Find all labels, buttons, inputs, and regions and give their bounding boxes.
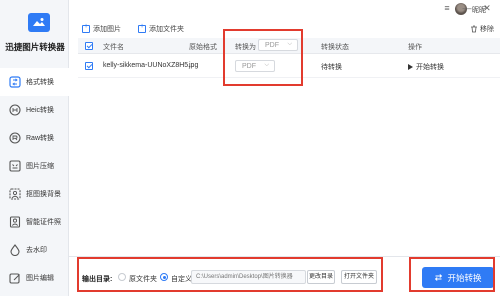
convert-all-select[interactable]: PDF ⌵ bbox=[258, 39, 298, 51]
app-title: 迅捷图片转换器 bbox=[5, 42, 65, 52]
sidebar-item-compress[interactable]: 图片压缩 bbox=[0, 152, 69, 180]
select-all-checkbox[interactable] bbox=[85, 42, 93, 50]
sidebar-item-label: Heic转换 bbox=[26, 107, 55, 114]
sidebar-item-label: 图片编辑 bbox=[26, 275, 54, 282]
add-image-button[interactable]: 添加图片 bbox=[82, 23, 121, 34]
sidebar-item-cutout[interactable]: 抠图换背景 bbox=[0, 180, 69, 208]
start-convert-button[interactable]: 开始转换 bbox=[422, 267, 494, 288]
heic-icon bbox=[9, 104, 21, 116]
row-status: 待转换 bbox=[321, 64, 342, 71]
menu-icon[interactable]: ≡ bbox=[442, 3, 452, 14]
cutout-icon bbox=[9, 188, 21, 200]
radio-source-folder[interactable] bbox=[118, 273, 126, 281]
app-logo-icon bbox=[28, 13, 50, 32]
edit-icon bbox=[9, 273, 20, 284]
change-dir-button[interactable]: 更改目录 bbox=[307, 270, 335, 284]
chevron-down-icon: ⌵ bbox=[287, 41, 292, 47]
sidebar: 迅捷图片转换器 格式转换 Heic转换 Raw转换 图片压缩 抠图换背景 智能证… bbox=[0, 0, 69, 296]
radio-custom-folder-label: 自定义 bbox=[171, 276, 192, 283]
sidebar-item-label: Raw转换 bbox=[26, 135, 55, 142]
column-header-status: 转换状态 bbox=[321, 44, 349, 51]
convert-icon bbox=[9, 76, 21, 88]
sidebar-item-label: 智能证件照 bbox=[26, 219, 61, 226]
sidebar-item-label: 图片压缩 bbox=[26, 163, 54, 170]
play-icon bbox=[408, 64, 413, 70]
row-convert-select[interactable]: PDF ⌵ bbox=[235, 60, 275, 72]
remove-label: 移除 bbox=[480, 26, 494, 33]
file-table: 文件名 原始格式 转换为 PDF ⌵ 转换状态 操作 kelly-sikkema… bbox=[78, 38, 500, 78]
output-bar: 输出目录: 原文件夹 自定义 更改目录 打开文件夹 开始转换 bbox=[69, 256, 500, 296]
row-convert-value: PDF bbox=[242, 63, 256, 70]
start-convert-label: 开始转换 bbox=[447, 272, 482, 283]
radio-source-folder-label: 原文件夹 bbox=[129, 276, 157, 283]
add-image-label: 添加图片 bbox=[93, 26, 121, 33]
convert-icon bbox=[435, 274, 443, 281]
table-row[interactable]: kelly-sikkema-UUNoXZ8H5... jpg PDF ⌵ 待转换… bbox=[78, 54, 500, 78]
title-bar: 昵昵 ≡ — ✕ bbox=[69, 0, 500, 20]
compress-icon bbox=[9, 160, 21, 172]
trash-icon bbox=[471, 25, 477, 33]
column-header-filename: 文件名 bbox=[103, 44, 124, 51]
add-image-icon bbox=[82, 23, 90, 33]
add-folder-label: 添加文件夹 bbox=[149, 26, 184, 33]
close-icon[interactable]: ✕ bbox=[482, 3, 492, 14]
raw-icon bbox=[9, 132, 21, 144]
column-header-format: 原始格式 bbox=[189, 44, 217, 51]
window-controls: ≡ — ✕ bbox=[442, 3, 492, 14]
table-header: 文件名 原始格式 转换为 PDF ⌵ 转换状态 操作 bbox=[78, 38, 500, 54]
sidebar-item-id-photo[interactable]: 智能证件照 bbox=[0, 208, 69, 236]
minimize-icon[interactable]: — bbox=[462, 3, 472, 14]
row-action-label: 开始转换 bbox=[416, 64, 444, 71]
radio-custom-folder[interactable] bbox=[160, 273, 168, 281]
sidebar-nav: 格式转换 Heic转换 Raw转换 图片压缩 抠图换背景 智能证件照 去水印 图… bbox=[0, 68, 69, 292]
sidebar-item-label: 格式转换 bbox=[26, 79, 54, 86]
column-header-action: 操作 bbox=[408, 44, 422, 51]
toolbar: 添加图片 添加文件夹 移除 bbox=[69, 20, 500, 38]
convert-all-value: PDF bbox=[265, 42, 279, 49]
chevron-down-icon: ⌵ bbox=[264, 62, 269, 68]
output-path-input[interactable] bbox=[191, 270, 306, 284]
remove-button[interactable]: 移除 bbox=[470, 24, 494, 34]
sidebar-item-raw[interactable]: Raw转换 bbox=[0, 124, 69, 152]
watermark-icon bbox=[10, 244, 20, 256]
sidebar-item-label: 抠图换背景 bbox=[26, 191, 61, 198]
row-filename: kelly-sikkema-UUNoXZ8H5... bbox=[103, 62, 195, 69]
sidebar-item-watermark[interactable]: 去水印 bbox=[0, 236, 69, 264]
add-folder-icon bbox=[138, 23, 146, 33]
row-format: jpg bbox=[189, 62, 199, 69]
sidebar-item-format-convert[interactable]: 格式转换 bbox=[0, 68, 69, 96]
open-folder-button[interactable]: 打开文件夹 bbox=[341, 270, 377, 284]
row-checkbox[interactable] bbox=[85, 62, 93, 70]
row-start-convert-button[interactable]: 开始转换 bbox=[408, 62, 444, 72]
output-dir-label: 输出目录: bbox=[82, 276, 113, 283]
add-folder-button[interactable]: 添加文件夹 bbox=[138, 23, 184, 34]
id-photo-icon bbox=[9, 216, 21, 228]
column-header-convert-to: 转换为 bbox=[235, 44, 256, 51]
sidebar-item-label: 去水印 bbox=[26, 247, 47, 254]
sidebar-item-edit[interactable]: 图片编辑 bbox=[0, 264, 69, 292]
sidebar-item-heic[interactable]: Heic转换 bbox=[0, 96, 69, 124]
